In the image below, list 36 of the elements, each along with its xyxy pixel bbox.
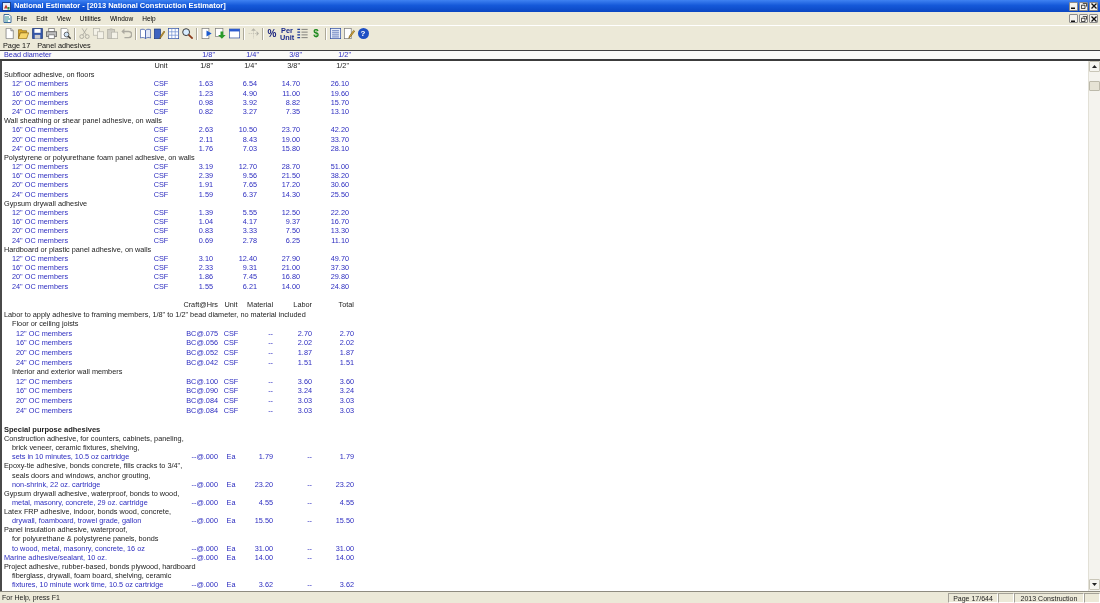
- minimize-button[interactable]: [1069, 1, 1078, 11]
- window-icon[interactable]: [228, 28, 240, 39]
- scroll-up-button[interactable]: [1089, 61, 1100, 72]
- book-pencil-icon[interactable]: [153, 28, 165, 39]
- percent-tool[interactable]: %: [267, 28, 277, 39]
- scroll-down-button[interactable]: [1089, 579, 1100, 590]
- app-icon[interactable]: [2, 1, 11, 11]
- close-button[interactable]: [1089, 14, 1098, 23]
- restore-button[interactable]: [1079, 14, 1088, 23]
- status-panel: [998, 593, 1014, 603]
- print-icon[interactable]: [45, 28, 57, 39]
- vertical-scrollbar[interactable]: [1088, 61, 1100, 591]
- status-panel: [1084, 593, 1100, 603]
- restore-icon: [1080, 15, 1087, 22]
- page-down-arrow-icon[interactable]: [214, 28, 226, 39]
- close-icon: [1090, 15, 1097, 22]
- close-button[interactable]: [1089, 1, 1098, 11]
- scroll-thumb[interactable]: [1089, 81, 1100, 91]
- up-arrow-icon: [1092, 65, 1097, 68]
- down-arrow-icon: [1092, 583, 1097, 586]
- list-icon[interactable]: [296, 28, 308, 39]
- help-button[interactable]: ?: [357, 28, 369, 39]
- lined-page-icon[interactable]: [329, 28, 341, 39]
- new-file-icon[interactable]: [3, 28, 15, 39]
- save-icon[interactable]: [31, 28, 43, 39]
- restore-button[interactable]: [1079, 1, 1088, 11]
- print-preview-icon[interactable]: [59, 28, 71, 39]
- restore-icon: [1080, 3, 1087, 9]
- minimize-button[interactable]: [1069, 14, 1078, 23]
- close-icon: [1090, 3, 1097, 9]
- document-icon[interactable]: [3, 14, 12, 23]
- page-pencil-icon[interactable]: [343, 28, 355, 39]
- open-book-icon[interactable]: [139, 28, 151, 39]
- dollar-tool[interactable]: $: [313, 28, 319, 39]
- search-icon[interactable]: [181, 28, 193, 39]
- grid-book-icon[interactable]: [167, 28, 179, 39]
